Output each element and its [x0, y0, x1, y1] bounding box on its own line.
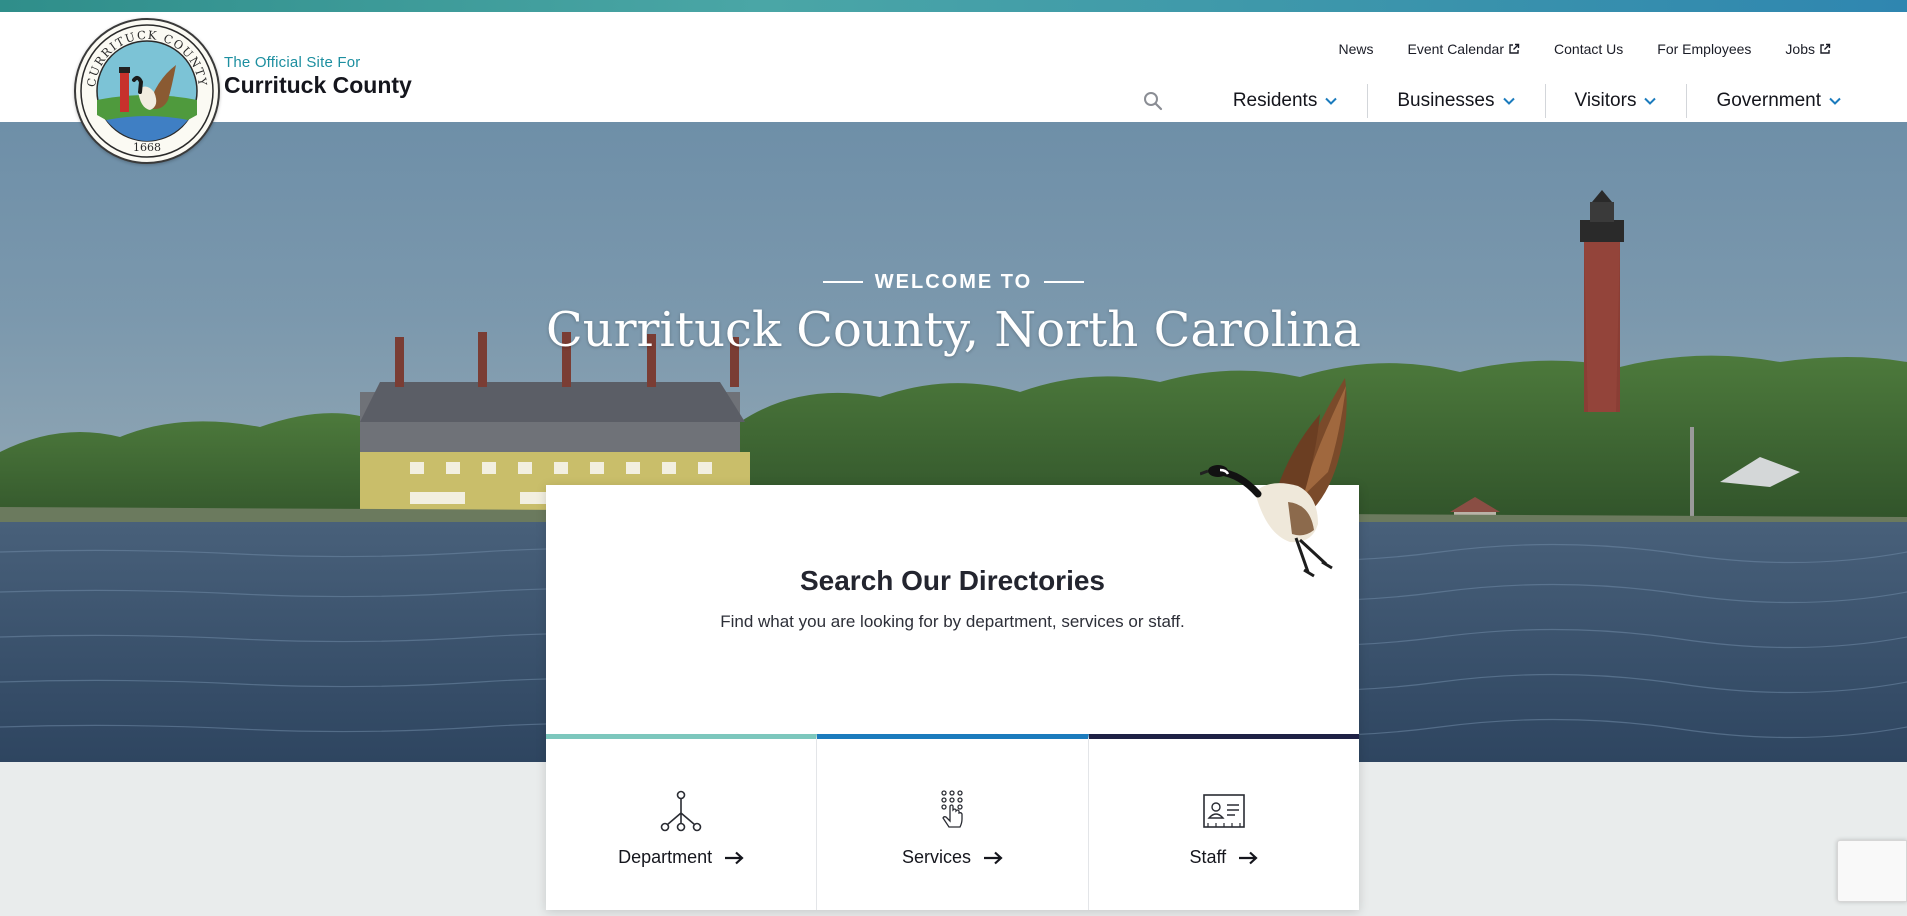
top-accent-strip: [0, 0, 1907, 12]
utility-link-news[interactable]: News: [1338, 41, 1373, 57]
nav-residents[interactable]: Residents: [1203, 84, 1368, 118]
external-link-icon: [1820, 43, 1831, 54]
hero-heading-group: WELCOME TO Currituck County, North Carol…: [0, 270, 1907, 358]
tile-label: Services: [901, 847, 971, 867]
nav-government[interactable]: Government: [1686, 84, 1841, 118]
id-card-icon: [1203, 794, 1245, 828]
utility-link-for-employees[interactable]: For Employees: [1657, 41, 1751, 57]
brand-name: Currituck County: [224, 72, 412, 98]
chevron-down-icon: [1829, 97, 1841, 105]
brand-wordmark[interactable]: The Official Site For Currituck County: [224, 54, 412, 98]
chevron-down-icon: [1325, 97, 1338, 105]
tile-label-group: Staff: [1089, 847, 1359, 868]
keypad-hand-icon: [941, 790, 964, 828]
hero-eyebrow-text: WELCOME TO: [874, 270, 1033, 293]
tile-label-group: Department: [546, 847, 816, 868]
canada-goose-illustration: [1200, 378, 1347, 578]
arrow-right-icon: [984, 851, 1003, 864]
directory-tile-department[interactable]: Department: [546, 734, 818, 910]
tile-label: Department: [618, 847, 713, 867]
tile-label: Staff: [1189, 847, 1227, 867]
directory-tile-services[interactable]: Services: [817, 734, 1089, 910]
directory-tile-staff[interactable]: Staff: [1088, 734, 1359, 910]
utility-link-jobs[interactable]: Jobs: [1785, 41, 1831, 57]
svg-text:1668: 1668: [133, 141, 161, 154]
chevron-down-icon: [1502, 97, 1515, 105]
search-icon: [1143, 92, 1162, 111]
directory-subtitle: Find what you are looking for by departm…: [720, 612, 1185, 631]
org-chart-icon: [660, 790, 702, 832]
utility-link-event-calendar[interactable]: Event Calendar: [1408, 41, 1521, 57]
arrow-right-icon: [725, 851, 744, 864]
seal-graphic: CURRITUCK COUNTY 1668: [80, 24, 214, 158]
eyebrow-dash-left: [822, 281, 863, 283]
county-seal-logo[interactable]: CURRITUCK COUNTY 1668: [74, 18, 220, 164]
hero-eyebrow: WELCOME TO: [822, 270, 1085, 294]
main-nav: Residents Businesses Visitors Government: [1141, 84, 1841, 118]
chevron-down-icon: [1644, 97, 1657, 105]
search-button[interactable]: [1141, 89, 1165, 113]
recaptcha-badge[interactable]: [1837, 840, 1907, 902]
eyebrow-dash-right: [1044, 281, 1085, 283]
nav-visitors[interactable]: Visitors: [1544, 84, 1687, 118]
hero-title: Currituck County, North Carolina: [545, 301, 1362, 358]
external-link-icon: [1509, 43, 1520, 54]
arrow-right-icon: [1239, 851, 1258, 864]
directory-tiles: Department Services Staff: [546, 734, 1359, 910]
nav-businesses[interactable]: Businesses: [1367, 84, 1544, 118]
utility-nav: News Event Calendar Contact Us For Emplo…: [1304, 41, 1831, 57]
utility-link-contact-us[interactable]: Contact Us: [1554, 41, 1623, 57]
tile-label-group: Services: [817, 847, 1087, 868]
brand-subtitle: The Official Site For: [224, 54, 361, 71]
